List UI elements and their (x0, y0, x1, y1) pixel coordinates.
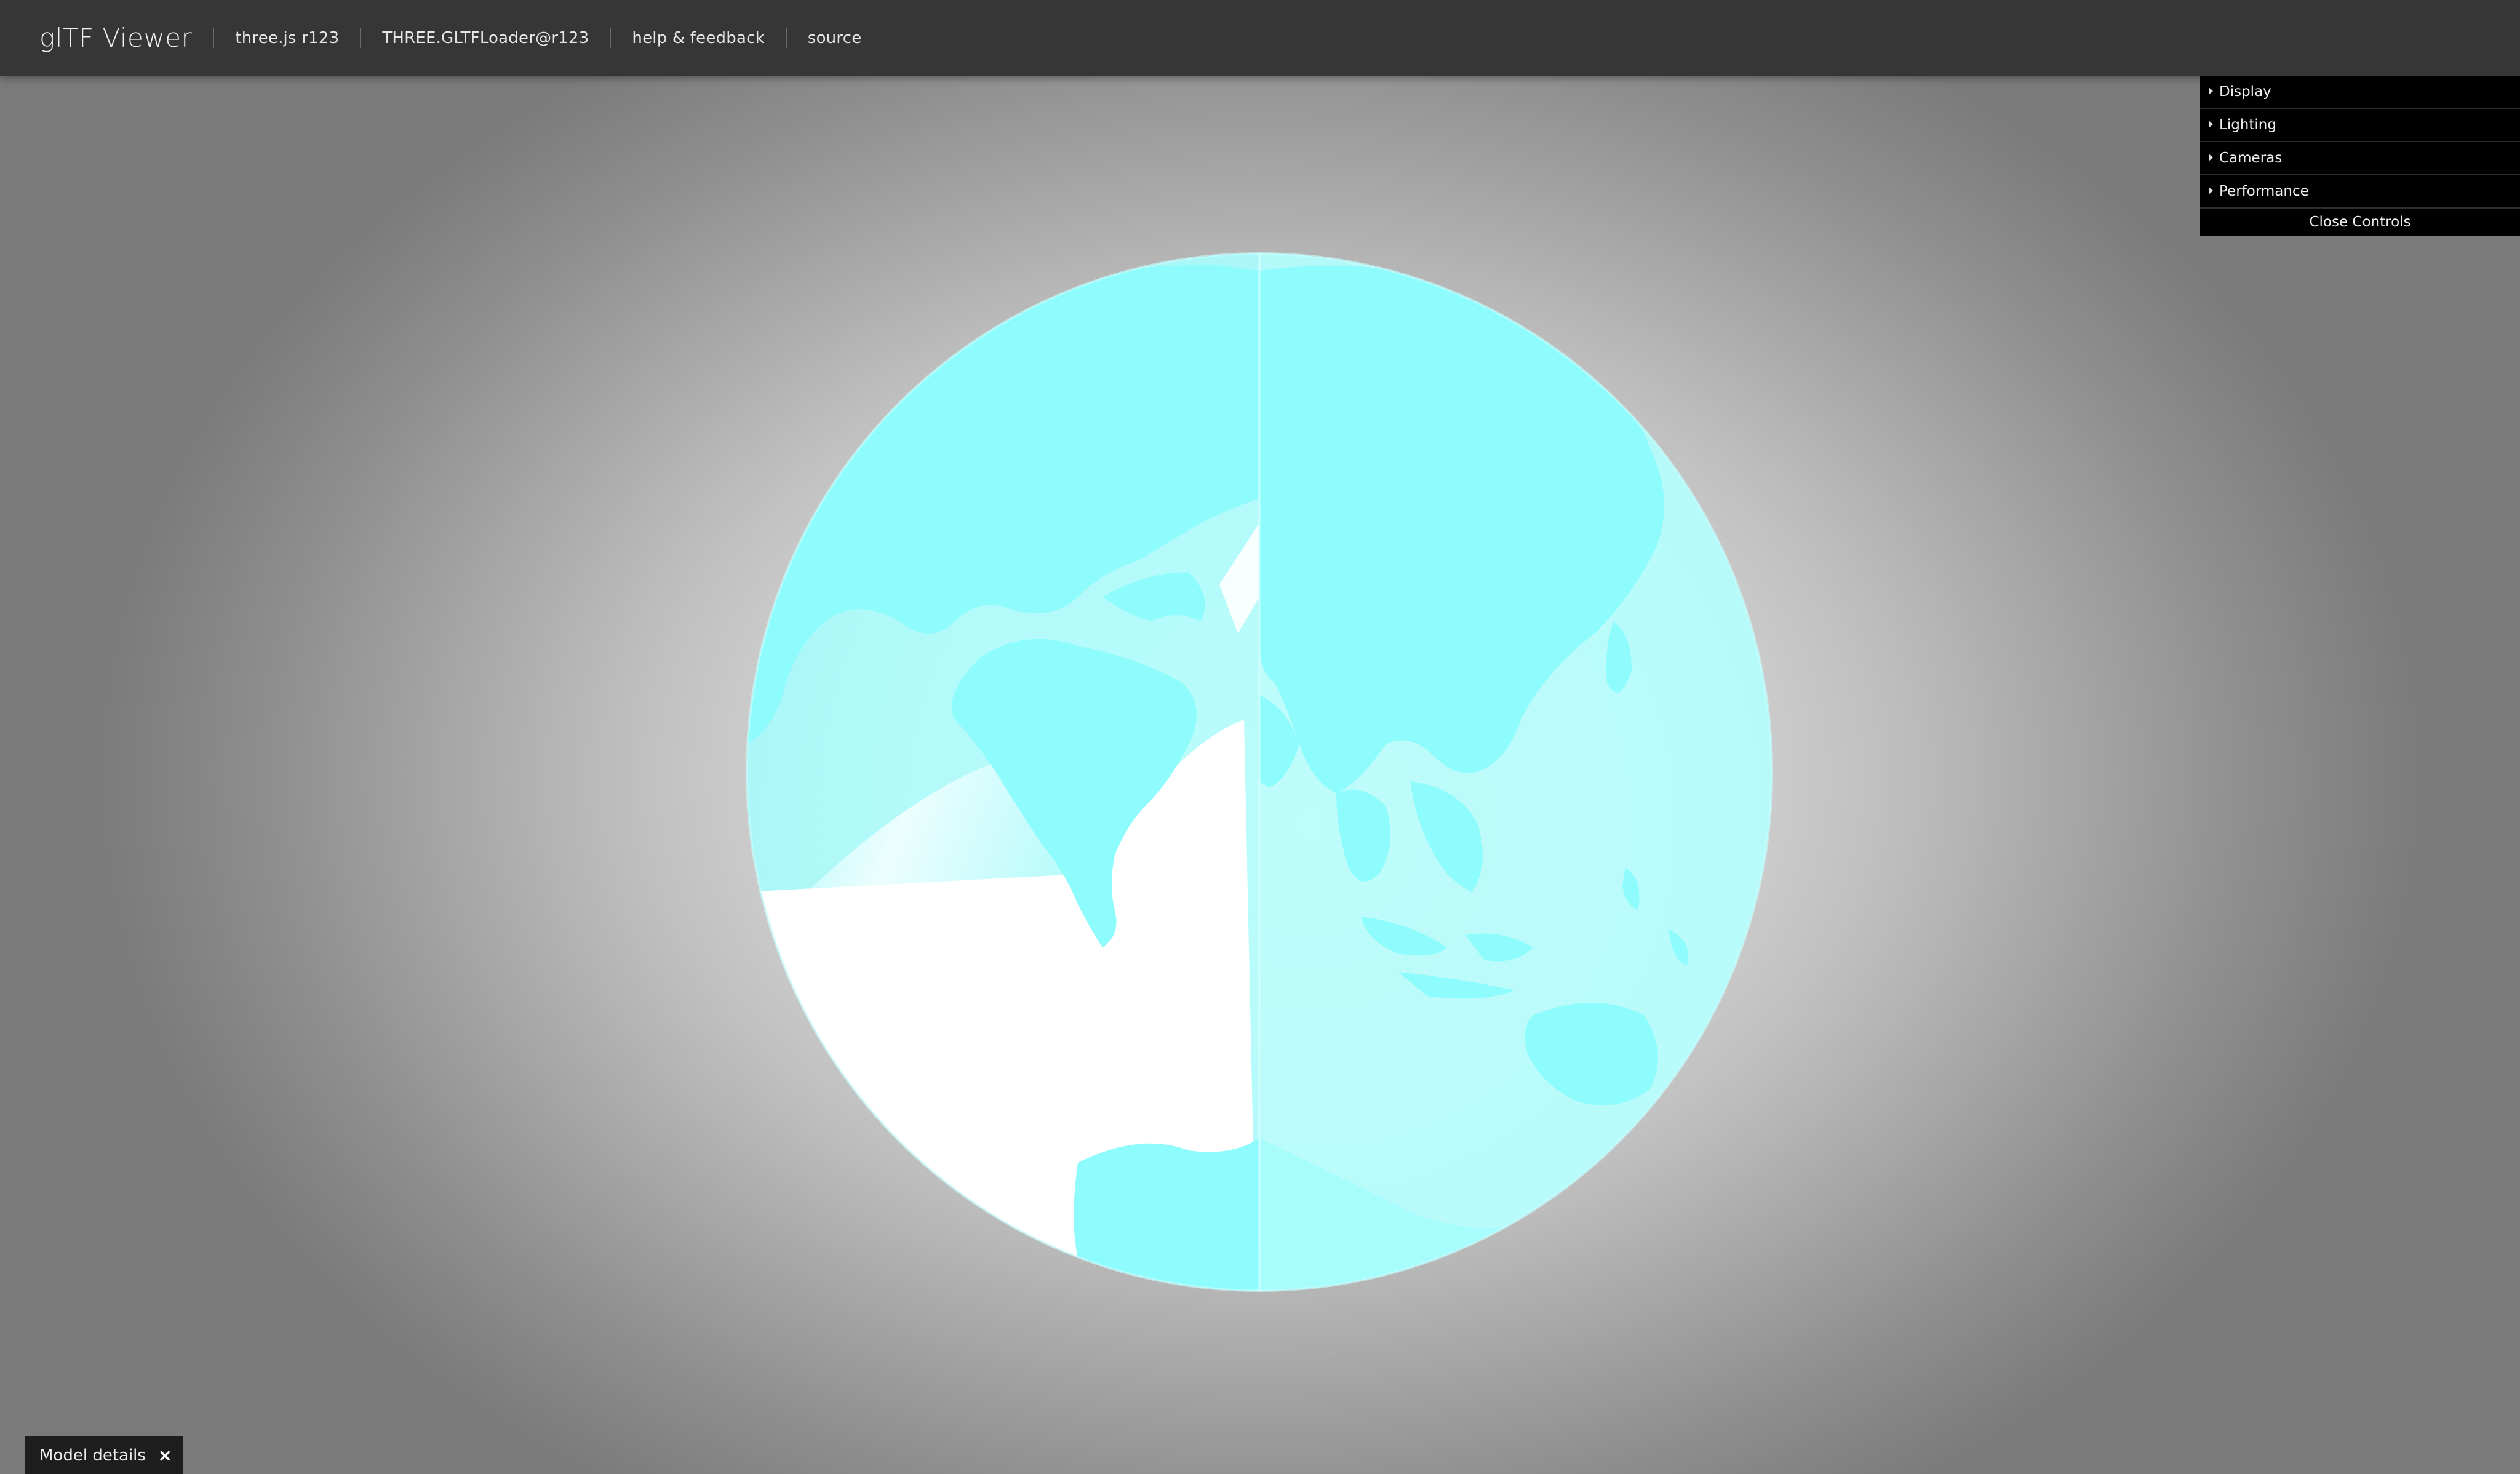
nav-link-help-feedback[interactable]: help & feedback (632, 29, 764, 47)
folder-label: Lighting (2219, 117, 2276, 133)
nav-divider (360, 28, 362, 48)
caret-right-icon (2209, 121, 2213, 128)
folder-performance[interactable]: Performance (2200, 175, 2520, 209)
model-details-button[interactable]: Model details × (25, 1436, 183, 1474)
globe-model (746, 252, 1773, 1292)
close-controls-button[interactable]: Close Controls (2200, 209, 2520, 236)
land-south-pole (1074, 1138, 1259, 1291)
top-nav-bar: glTF Viewer three.js r123 THREE.GLTFLoad… (0, 0, 2520, 76)
app-title: glTF Viewer (39, 23, 193, 53)
folder-label: Performance (2219, 183, 2309, 199)
folder-lighting[interactable]: Lighting (2200, 109, 2520, 142)
nav-link-threejs[interactable]: three.js r123 (235, 29, 339, 47)
nav-link-gltfloader[interactable]: THREE.GLTFLoader@r123 (382, 29, 589, 47)
caret-right-icon (2209, 187, 2213, 194)
caret-right-icon (2209, 154, 2213, 161)
model-details-label: Model details (39, 1446, 146, 1465)
viewport-canvas[interactable] (746, 252, 1773, 1292)
folder-cameras[interactable]: Cameras (2200, 142, 2520, 175)
nav-divider (785, 28, 787, 48)
folder-label: Display (2219, 84, 2271, 100)
nav-divider (610, 28, 612, 48)
folder-label: Cameras (2219, 150, 2283, 166)
folder-display[interactable]: Display (2200, 76, 2520, 109)
close-icon[interactable]: × (158, 1445, 172, 1465)
nav-link-source[interactable]: source (808, 29, 862, 47)
nav-divider (213, 28, 215, 48)
caret-right-icon (2209, 87, 2213, 95)
controls-panel: Display Lighting Cameras Performance Clo… (2200, 76, 2520, 236)
